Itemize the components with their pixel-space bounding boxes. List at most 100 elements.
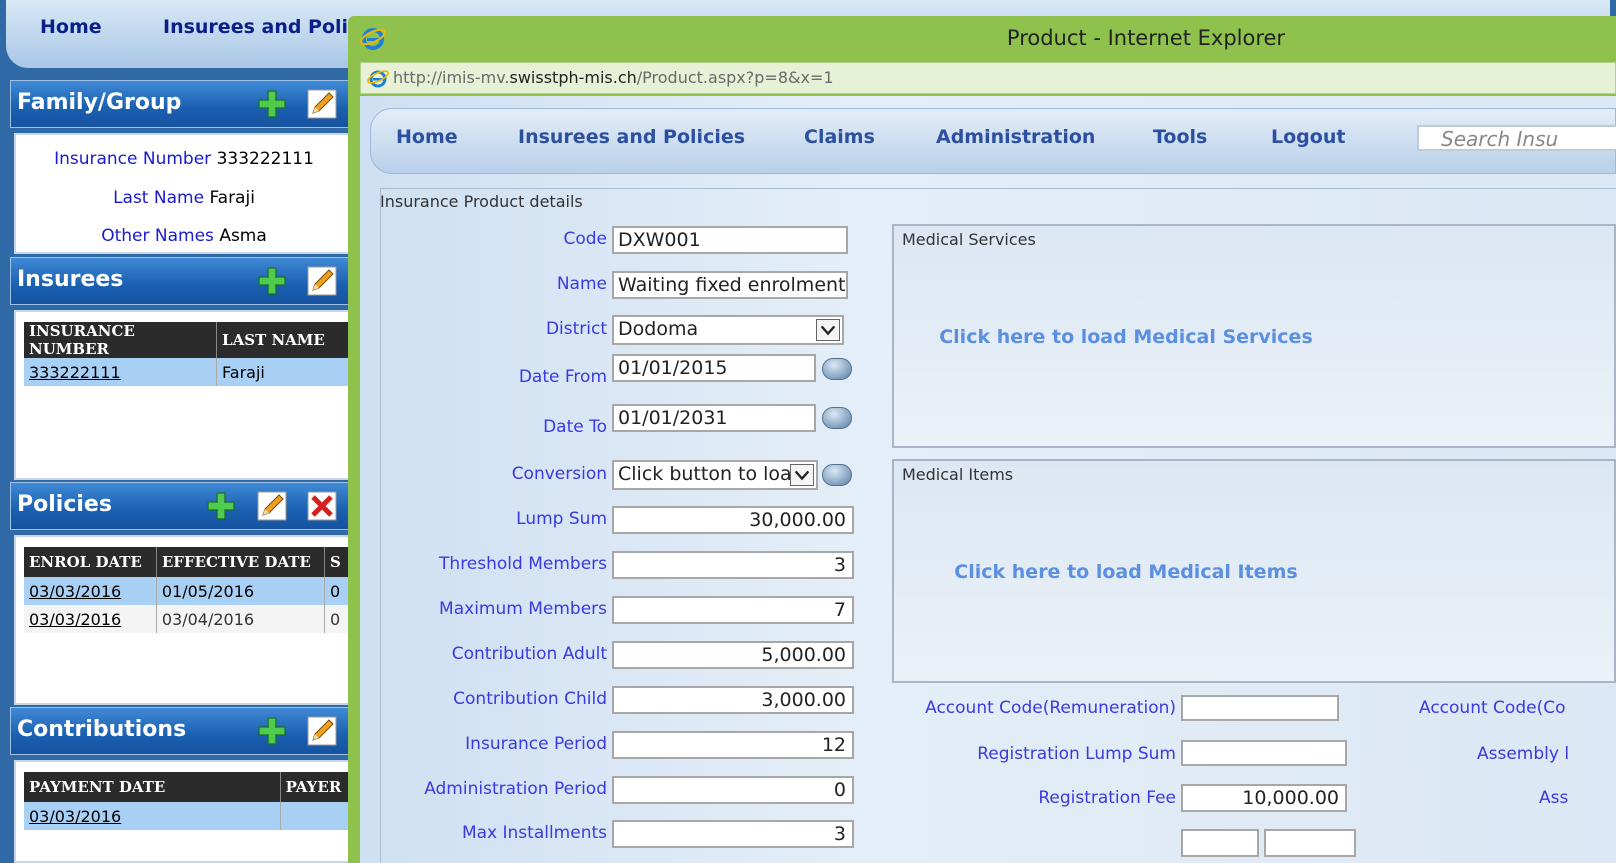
url-path: /Product.aspx?p=8&x=1 [636,68,834,87]
col-payment-date[interactable]: PAYMENT DATE [24,772,281,802]
calendar-icon[interactable] [822,407,852,429]
contribution-adult-field[interactable]: 5,000.00 [612,641,854,669]
table-row[interactable]: 03/03/2016 [24,802,353,830]
date-to-field[interactable]: 01/01/2031 [612,404,816,432]
medical-services-box: Medical Services Click here to load Medi… [892,224,1616,448]
threshold-members-label: Threshold Members [439,554,607,574]
last-name-label: Last Name [113,188,205,208]
insurees-panel-body: INSURANCE NUMBER LAST NAME 333222111 Far… [14,310,354,480]
address-bar[interactable]: http://imis-mv.swisstph-mis.ch/Product.a… [360,62,1616,94]
registration-lump-sum-field[interactable] [1181,740,1347,766]
date-to-label: Date To [543,417,607,437]
bg-nav-insurees[interactable]: Insurees and Poli [163,16,348,38]
url-text[interactable]: http://imis-mv.swisstph-mis.ch/Product.a… [393,68,834,87]
max-installments-label: Max Installments [461,823,607,843]
contributions-panel-header: Contributions [10,707,355,755]
url-prefix: http://imis-mv. [393,68,510,87]
insurees-table: INSURANCE NUMBER LAST NAME 333222111 Far… [24,322,352,386]
account-code-remuneration-field[interactable] [1181,695,1339,721]
name-field[interactable]: Waiting fixed enrolment D [612,271,848,299]
load-medical-items-link[interactable]: Click here to load Medical Items [766,561,1486,583]
conversion-label: Conversion [511,464,607,484]
medical-services-caption: Medical Services [902,230,1036,249]
contribution-link[interactable]: 03/03/2016 [29,807,121,826]
nav-tools[interactable]: Tools [1153,126,1207,148]
registration-fee-label: Registration Fee [1038,788,1176,808]
table-cell: Faraji [216,358,352,386]
insurees-panel-title: Insurees [17,267,124,292]
max-installments-field[interactable]: 3 [612,820,854,848]
other-names-value: Asma [219,226,267,246]
partial-select-2[interactable] [1264,829,1356,857]
chevron-down-icon[interactable] [790,464,814,486]
policies-table: ENROL DATE EFFECTIVE DATE S 03/03/2016 0… [24,547,352,633]
last-name-row: Last Name Faraji [16,188,352,208]
insurance-period-label: Insurance Period [465,734,607,754]
conversion-value: Click button to load [618,463,804,485]
edit-icon[interactable] [307,716,337,746]
code-field[interactable]: DXW001 [612,226,848,254]
search-input[interactable]: Search Insu [1417,125,1616,151]
name-label: Name [556,274,607,294]
ie-window-title: Product - Internet Explorer [1006,26,1286,50]
account-code-contribution-label: Account Code(Co [1419,698,1566,718]
insurance-number-row: Insurance Number 333222111 [16,149,352,169]
medical-items-caption: Medical Items [902,465,1014,484]
inner-top-nav: Home Insurees and Policies Claims Admini… [370,108,1616,174]
col-payer[interactable]: PAYER [280,772,353,802]
bg-nav-home[interactable]: Home [40,16,102,38]
administration-period-label: Administration Period [424,779,607,799]
lump-sum-field[interactable]: 30,000.00 [612,506,854,534]
code-label: Code [563,229,607,249]
delete-icon[interactable] [307,491,337,521]
maximum-members-label: Maximum Members [439,599,607,619]
policy-link[interactable]: 03/03/2016 [29,610,121,629]
district-label: District [545,319,607,339]
table-row[interactable]: 03/03/2016 01/05/2016 0 [24,577,352,605]
col-last-name[interactable]: LAST NAME [216,322,352,358]
edit-icon[interactable] [307,89,337,119]
conversion-load-button[interactable] [822,464,852,486]
col-effective-date[interactable]: EFFECTIVE DATE [156,547,326,577]
family-panel-header: Family/Group [10,80,355,128]
district-value: Dodoma [618,318,699,340]
policies-panel-header: Policies [10,482,355,530]
insurees-panel-header: Insurees [10,257,355,305]
add-icon[interactable] [206,491,236,521]
date-from-field[interactable]: 01/01/2015 [612,354,816,382]
nav-insurees-policies[interactable]: Insurees and Policies [518,126,745,148]
nav-logout[interactable]: Logout [1271,126,1345,148]
insurance-period-field[interactable]: 12 [612,731,854,759]
edit-icon[interactable] [307,266,337,296]
policy-link[interactable]: 03/03/2016 [29,582,121,601]
policies-panel-title: Policies [17,492,112,517]
add-icon[interactable] [257,266,287,296]
medical-items-box: Medical Items Click here to load Medical… [892,459,1616,683]
ie-page-icon [367,70,389,88]
policies-panel-body: ENROL DATE EFFECTIVE DATE S 03/03/2016 0… [14,535,354,705]
edit-icon[interactable] [257,491,287,521]
load-medical-services-link[interactable]: Click here to load Medical Services [766,326,1486,348]
conversion-select[interactable]: Click button to load [612,460,818,490]
insuree-link[interactable]: 333222111 [29,363,121,382]
product-details-legend: Insurance Product details [380,192,583,211]
nav-home[interactable]: Home [396,126,458,148]
add-icon[interactable] [257,89,287,119]
table-row[interactable]: 03/03/2016 03/04/2016 0 [24,605,352,633]
nav-administration[interactable]: Administration [936,126,1095,148]
product-page: Home Insurees and Policies Claims Admini… [360,96,1616,863]
table-row[interactable]: 333222111 Faraji [24,358,352,386]
col-insurance-number[interactable]: INSURANCE NUMBER [24,322,218,358]
ass-label: Ass [1539,788,1569,808]
partial-select-1[interactable] [1181,829,1259,857]
nav-claims[interactable]: Claims [804,126,875,148]
contribution-child-field[interactable]: 3,000.00 [612,686,854,714]
col-enrol-date[interactable]: ENROL DATE [24,547,157,577]
administration-period-field[interactable]: 0 [612,776,854,804]
ie-title-bar[interactable]: Product - Internet Explorer [348,16,1616,60]
add-icon[interactable] [257,716,287,746]
maximum-members-field[interactable]: 7 [612,596,854,624]
registration-fee-field[interactable]: 10,000.00 [1181,784,1347,812]
lump-sum-label: Lump Sum [516,509,607,529]
calendar-icon[interactable] [822,358,852,380]
